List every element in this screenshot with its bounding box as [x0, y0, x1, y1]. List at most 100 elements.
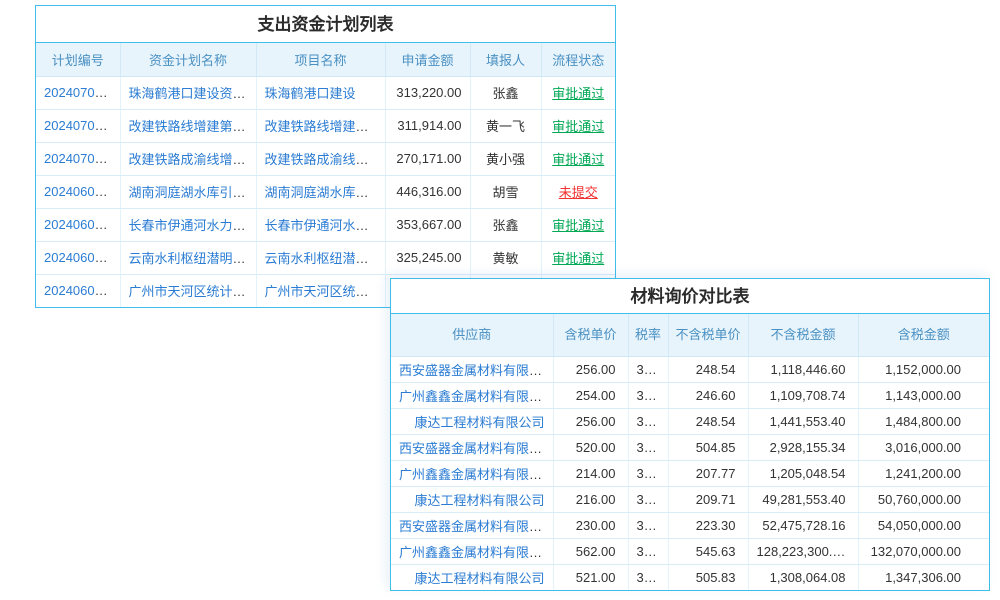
fund-name-cell: 长春市伊通河水力发...: [120, 208, 256, 241]
price-no-tax-cell: 207.77: [668, 460, 748, 486]
amount-with-tax-cell: 132,070,000.00: [858, 538, 989, 564]
supplier-link[interactable]: 康达工程材料有限公司: [414, 571, 544, 586]
inquiry-table-row: 康达工程材料有限公司 256.00 3.00 248.54 1,441,553.…: [391, 408, 989, 434]
supplier-link[interactable]: 西安盛器金属材料有限公司: [399, 519, 553, 534]
status-link[interactable]: 审批通过: [552, 218, 604, 233]
expense-table-row: 2024070003 珠海鹤港口建设资金... 珠海鹤港口建设 313,220.…: [36, 76, 615, 109]
fund-name-link[interactable]: 改建铁路线增建第二...: [129, 119, 257, 134]
plan-no-link[interactable]: 2024060008: [44, 283, 116, 298]
plan-no-link[interactable]: 2024070001: [44, 151, 116, 166]
amount-with-tax-cell: 1,484,800.00: [858, 408, 989, 434]
supplier-cell: 康达工程材料有限公司: [391, 408, 553, 434]
supplier-cell: 广州鑫鑫金属材料有限公司: [391, 382, 553, 408]
plan-no-cell: 2024070001: [36, 142, 120, 175]
fund-name-link[interactable]: 湖南洞庭湖水库引水...: [129, 185, 257, 200]
plan-no-link[interactable]: 2024060009: [44, 250, 116, 265]
col-header-price-no-tax: 不含税单价: [668, 314, 748, 356]
tax-rate-cell: 3.00: [628, 460, 668, 486]
expense-table-header-row: 计划编号 资金计划名称 项目名称 申请金额 填报人 流程状态: [36, 43, 615, 76]
fund-name-cell: 珠海鹤港口建设资金...: [120, 76, 256, 109]
plan-no-cell: 2024060011: [36, 175, 120, 208]
price-no-tax-cell: 505.83: [668, 564, 748, 590]
inquiry-panel-title: 材料询价对比表: [391, 279, 989, 314]
project-name-link[interactable]: 长春市伊通河水力...: [265, 218, 380, 233]
tax-rate-cell: 3.00: [628, 538, 668, 564]
expense-table-row: 2024060011 湖南洞庭湖水库引水... 湖南洞庭湖水库引... 446,…: [36, 175, 615, 208]
project-name-cell: 广州市天河区统计...: [256, 274, 385, 307]
supplier-link[interactable]: 广州鑫鑫金属材料有限公司: [399, 389, 553, 404]
amount-cell: 353,667.00: [385, 208, 470, 241]
status-cell: 审批通过: [541, 142, 615, 175]
reporter-cell: 张鑫: [470, 76, 541, 109]
price-no-tax-cell: 248.54: [668, 356, 748, 382]
amount-no-tax-cell: 128,223,300.97: [748, 538, 858, 564]
reporter-cell: 张鑫: [470, 208, 541, 241]
project-name-link[interactable]: 湖南洞庭湖水库引...: [265, 185, 380, 200]
amount-with-tax-cell: 1,143,000.00: [858, 382, 989, 408]
project-name-link[interactable]: 珠海鹤港口建设: [265, 86, 356, 101]
supplier-link[interactable]: 康达工程材料有限公司: [414, 493, 544, 508]
price-with-tax-cell: 230.00: [553, 512, 628, 538]
amount-with-tax-cell: 54,050,000.00: [858, 512, 989, 538]
status-link[interactable]: 审批通过: [552, 119, 604, 134]
project-name-link[interactable]: 广州市天河区统计...: [265, 284, 380, 299]
col-header-project-name: 项目名称: [256, 43, 385, 76]
inquiry-table-row: 广州鑫鑫金属材料有限公司 254.00 3.00 246.60 1,109,70…: [391, 382, 989, 408]
status-link[interactable]: 审批通过: [552, 152, 604, 167]
project-name-cell: 湖南洞庭湖水库引...: [256, 175, 385, 208]
expense-table-row: 2024070001 改建铁路成渝线增建... 改建铁路成渝线增... 270,…: [36, 142, 615, 175]
price-no-tax-cell: 246.60: [668, 382, 748, 408]
expense-table-row: 2024070002 改建铁路线增建第二... 改建铁路线增建第... 311,…: [36, 109, 615, 142]
plan-no-link[interactable]: 2024060010: [44, 217, 116, 232]
plan-no-cell: 2024060008: [36, 274, 120, 307]
plan-no-link[interactable]: 2024070002: [44, 118, 116, 133]
plan-no-link[interactable]: 2024070003: [44, 85, 116, 100]
tax-rate-cell: 3.00: [628, 434, 668, 460]
price-with-tax-cell: 520.00: [553, 434, 628, 460]
project-name-link[interactable]: 改建铁路成渝线增...: [265, 152, 380, 167]
supplier-link[interactable]: 广州鑫鑫金属材料有限公司: [399, 467, 553, 482]
supplier-link[interactable]: 广州鑫鑫金属材料有限公司: [399, 545, 553, 560]
supplier-link[interactable]: 西安盛器金属材料有限公司: [399, 441, 553, 456]
reporter-cell: 胡雪: [470, 175, 541, 208]
fund-name-cell: 改建铁路线增建第二...: [120, 109, 256, 142]
plan-no-cell: 2024070002: [36, 109, 120, 142]
tax-rate-cell: 3.00: [628, 512, 668, 538]
inquiry-table-row: 康达工程材料有限公司 521.00 3.00 505.83 1,308,064.…: [391, 564, 989, 590]
status-link[interactable]: 未提交: [559, 185, 598, 200]
project-name-cell: 珠海鹤港口建设: [256, 76, 385, 109]
status-cell: 未提交: [541, 175, 615, 208]
project-name-link[interactable]: 云南水利枢纽潜明...: [265, 251, 380, 266]
expense-table-row: 2024060009 云南水利枢纽潜明水... 云南水利枢纽潜明... 325,…: [36, 241, 615, 274]
expense-table-body: 2024070003 珠海鹤港口建设资金... 珠海鹤港口建设 313,220.…: [36, 76, 615, 307]
reporter-cell: 黄敏: [470, 241, 541, 274]
price-with-tax-cell: 256.00: [553, 356, 628, 382]
fund-name-link[interactable]: 云南水利枢纽潜明水...: [129, 251, 257, 266]
supplier-cell: 西安盛器金属材料有限公司: [391, 356, 553, 382]
supplier-cell: 康达工程材料有限公司: [391, 564, 553, 590]
price-no-tax-cell: 545.63: [668, 538, 748, 564]
status-cell: 审批通过: [541, 208, 615, 241]
tax-rate-cell: 3.00: [628, 408, 668, 434]
status-link[interactable]: 审批通过: [552, 251, 604, 266]
status-link[interactable]: 审批通过: [552, 86, 604, 101]
project-name-link[interactable]: 改建铁路线增建第...: [265, 119, 380, 134]
expense-table-row: 2024060010 长春市伊通河水力发... 长春市伊通河水力... 353,…: [36, 208, 615, 241]
supplier-cell: 西安盛器金属材料有限公司: [391, 434, 553, 460]
fund-name-link[interactable]: 广州市天河区统计局...: [129, 284, 257, 299]
supplier-link[interactable]: 西安盛器金属材料有限公司: [399, 363, 553, 378]
amount-no-tax-cell: 1,109,708.74: [748, 382, 858, 408]
col-header-reporter: 填报人: [470, 43, 541, 76]
col-header-amount-no-tax: 不含税金额: [748, 314, 858, 356]
amount-cell: 325,245.00: [385, 241, 470, 274]
price-no-tax-cell: 248.54: [668, 408, 748, 434]
fund-name-link[interactable]: 长春市伊通河水力发...: [129, 218, 257, 233]
supplier-cell: 广州鑫鑫金属材料有限公司: [391, 460, 553, 486]
plan-no-link[interactable]: 2024060011: [44, 184, 115, 199]
inquiry-table-header-row: 供应商 含税单价 税率 不含税单价 不含税金额 含税金额: [391, 314, 989, 356]
fund-name-link[interactable]: 珠海鹤港口建设资金...: [129, 86, 257, 101]
supplier-link[interactable]: 康达工程材料有限公司: [414, 415, 544, 430]
fund-name-link[interactable]: 改建铁路成渝线增建...: [129, 152, 257, 167]
price-with-tax-cell: 562.00: [553, 538, 628, 564]
expense-plan-table: 计划编号 资金计划名称 项目名称 申请金额 填报人 流程状态 202407000…: [36, 43, 615, 307]
